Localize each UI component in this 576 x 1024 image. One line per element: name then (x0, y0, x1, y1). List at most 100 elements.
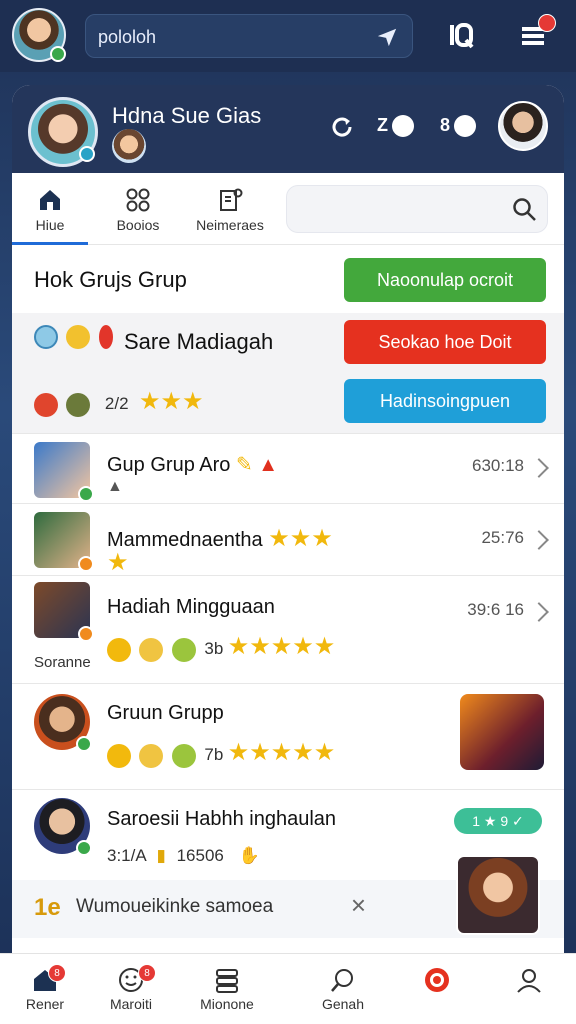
smile-icon (107, 637, 131, 662)
record-icon (425, 968, 449, 992)
user-avatar[interactable] (12, 8, 66, 62)
main-card: Hdna Sue Gias Z 8 Hiue Booios Neimeraes (12, 85, 564, 953)
list-item[interactable]: Gruun Grupp 7b ★★★★★ (12, 683, 564, 789)
level-pill: 1 ★ 9 ✓ (454, 808, 542, 834)
ticket-icon: ▮ (156, 846, 166, 865)
green-action-button[interactable]: Naoonulap ocroit (344, 258, 546, 302)
game-thumbnail[interactable] (456, 855, 540, 935)
document-icon (220, 188, 243, 211)
blue-action-button[interactable]: Hadinsoingpuen (344, 379, 546, 423)
nav-profile[interactable] (484, 960, 574, 1020)
refresh-icon[interactable] (330, 115, 354, 144)
red-action-button[interactable]: Seokao hoe Doit (344, 320, 546, 364)
item-reactions: 3b ★★★★★ (107, 632, 335, 662)
flame-icon (34, 392, 58, 417)
list-item[interactable]: Mammednaentha ★★★ ★ 25:76 (12, 503, 564, 576)
item-meta: 630:18 (472, 456, 524, 475)
pencil-icon: ✎ (235, 454, 253, 476)
item-avatar (34, 512, 94, 572)
nav-label: Mionone (200, 996, 254, 1012)
search-icon[interactable] (511, 196, 537, 222)
star-icon: ★ (182, 388, 204, 415)
item-badge (76, 840, 92, 856)
item-meta: 39:6 16 (467, 600, 524, 619)
scan-icon[interactable] (444, 18, 478, 52)
menu-icon[interactable] (516, 14, 556, 52)
key-icon (66, 325, 91, 349)
item-badge (76, 736, 92, 752)
thumb-icon (139, 743, 164, 768)
ghost-icon (34, 325, 58, 349)
reaction-count: 7b (204, 745, 224, 764)
group-title: Hok Grujs Grup (34, 267, 187, 292)
featured-block: Sare Madiagah Seokao hoe Doit 2/2 ★★★ Ha… (12, 313, 564, 433)
item-stat-a: 3:1/A (107, 846, 146, 865)
list-item[interactable]: Gup Grup Aro ✎ ▲ ▲ 630:18 (12, 433, 564, 503)
online-badge (50, 46, 66, 62)
nav-label: Maroiti (109, 996, 152, 1012)
item-title-text: Mammednaentha (107, 529, 263, 551)
profile-avatar[interactable] (28, 97, 98, 167)
smile-icon (107, 743, 131, 768)
nav-label: Rener (25, 996, 65, 1012)
featured-title: Sare Madiagah (124, 329, 274, 354)
star-icon: ★ (107, 549, 129, 576)
nav-search[interactable]: Genah (298, 960, 388, 1020)
flame-icon: ▲ (258, 454, 279, 476)
notice-icon: 1e (34, 894, 61, 921)
item-stat-b: 16506 (176, 846, 224, 865)
jar-icon (66, 392, 91, 417)
tab-members[interactable]: Neimeraes (192, 173, 268, 245)
star-icon: ★★★ (268, 525, 333, 552)
featured-icons (34, 325, 117, 355)
side-label: Soranne (34, 654, 91, 671)
pin-icon: ▲ (107, 478, 123, 495)
tab-home[interactable]: Hiue (12, 173, 88, 245)
badge-icon (171, 743, 196, 768)
friend-avatar[interactable] (112, 129, 146, 163)
stat-coins[interactable]: Z (377, 115, 414, 138)
list-item[interactable]: Hadiah Mingguaan 39:6 16 3b ★★★★★ Sorann… (12, 575, 564, 683)
search-text: pololoh (98, 27, 157, 47)
nav-home[interactable]: 8 Rener (0, 960, 90, 1020)
game-thumbnail[interactable] (460, 694, 544, 770)
tab-books-label: Booios (116, 217, 160, 233)
rating-prefix: 2/2 (104, 394, 129, 413)
nav-label: Genah (321, 996, 365, 1012)
hand-icon: ✋ (238, 846, 260, 865)
item-badge (78, 556, 94, 572)
nav-menu[interactable]: Mionone (182, 960, 272, 1020)
item-badge (78, 486, 94, 502)
item-title: Gup Grup Aro ✎ ▲ (107, 452, 278, 477)
nav-badge: 8 (138, 964, 156, 982)
thumb-icon (139, 637, 164, 662)
home-icon (40, 190, 60, 210)
top-search-input[interactable]: pololoh (85, 14, 413, 58)
item-stats: 3:1/A ▮ 16506 ✋ (107, 846, 260, 866)
stat-gems[interactable]: 8 (440, 115, 477, 138)
content-search-input[interactable] (286, 185, 548, 233)
badge-icon (171, 637, 196, 662)
tab-home-label: Hiue (35, 217, 65, 233)
bottom-nav: 8 Rener 8 Maroiti Mionone Genah (0, 953, 576, 1024)
chevron-right-icon (529, 530, 549, 550)
item-title: Mammednaentha ★★★ (107, 524, 333, 553)
close-icon[interactable]: × (351, 890, 366, 921)
tab-books[interactable]: Booios (100, 173, 176, 245)
tab-members-label: Neimeraes (196, 217, 264, 233)
chevron-right-icon (529, 458, 549, 478)
send-icon[interactable] (376, 26, 398, 48)
gem-icon (454, 115, 477, 138)
contact-avatar[interactable] (498, 101, 548, 151)
item-avatar (34, 582, 94, 642)
nav-record[interactable] (392, 960, 482, 1020)
star-icon: ★ (160, 388, 183, 415)
notice-text: Wumoueikinke samoea (76, 896, 274, 917)
profile-name: Hdna Sue Gias (112, 103, 262, 128)
item-title: Hadiah Mingguaan (107, 596, 275, 618)
nav-badge: 8 (48, 964, 66, 982)
nav-friends[interactable]: 8 Maroiti (86, 960, 176, 1020)
item-avatar (34, 798, 92, 856)
item-avatar (34, 694, 92, 752)
profile-badge (79, 146, 95, 162)
